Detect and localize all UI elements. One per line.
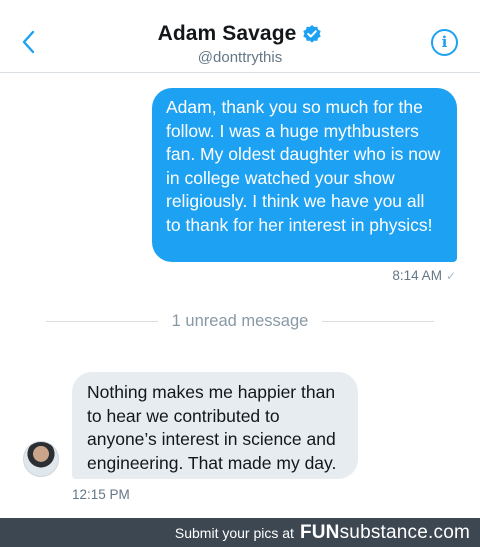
message-text: Adam, thank you so much for the follow. … bbox=[166, 97, 441, 235]
contact-name: Adam Savage bbox=[157, 22, 297, 45]
avatar[interactable] bbox=[23, 441, 59, 477]
message-timestamp-outgoing: 8:14 AM ✓ bbox=[392, 268, 456, 283]
conversation-header: Adam Savage @donttrythis i bbox=[0, 0, 480, 73]
unread-label: 1 unread message bbox=[171, 311, 309, 330]
unread-divider: 1 unread message bbox=[46, 310, 434, 332]
brand-rest: substance.com bbox=[339, 521, 470, 543]
message-bubble-incoming[interactable]: Nothing makes me happier than to hear we… bbox=[72, 372, 358, 479]
message-bubble-outgoing[interactable]: Adam, thank you so much for the follow. … bbox=[152, 88, 457, 262]
message-text: Nothing makes me happier than to hear we… bbox=[87, 382, 337, 473]
footer-tagline: Submit your pics at bbox=[174, 524, 294, 541]
footer-brand: FUNsubstance.com bbox=[300, 522, 470, 544]
header-title-block: Adam Savage @donttrythis bbox=[0, 22, 480, 66]
divider-line-left bbox=[46, 320, 158, 322]
watermark-footer: Submit your pics at FUNsubstance.com bbox=[0, 518, 480, 547]
verified-badge-icon bbox=[303, 25, 322, 43]
info-icon: i bbox=[441, 33, 448, 51]
divider-line-right bbox=[322, 320, 434, 322]
message-timestamp-incoming: 12:15 PM bbox=[72, 487, 130, 502]
contact-handle: @donttrythis bbox=[197, 49, 283, 66]
brand-bold: FUN bbox=[299, 521, 340, 543]
timestamp-text: 8:14 AM bbox=[392, 268, 442, 283]
check-icon: ✓ bbox=[445, 268, 456, 283]
info-button[interactable]: i bbox=[431, 29, 458, 56]
